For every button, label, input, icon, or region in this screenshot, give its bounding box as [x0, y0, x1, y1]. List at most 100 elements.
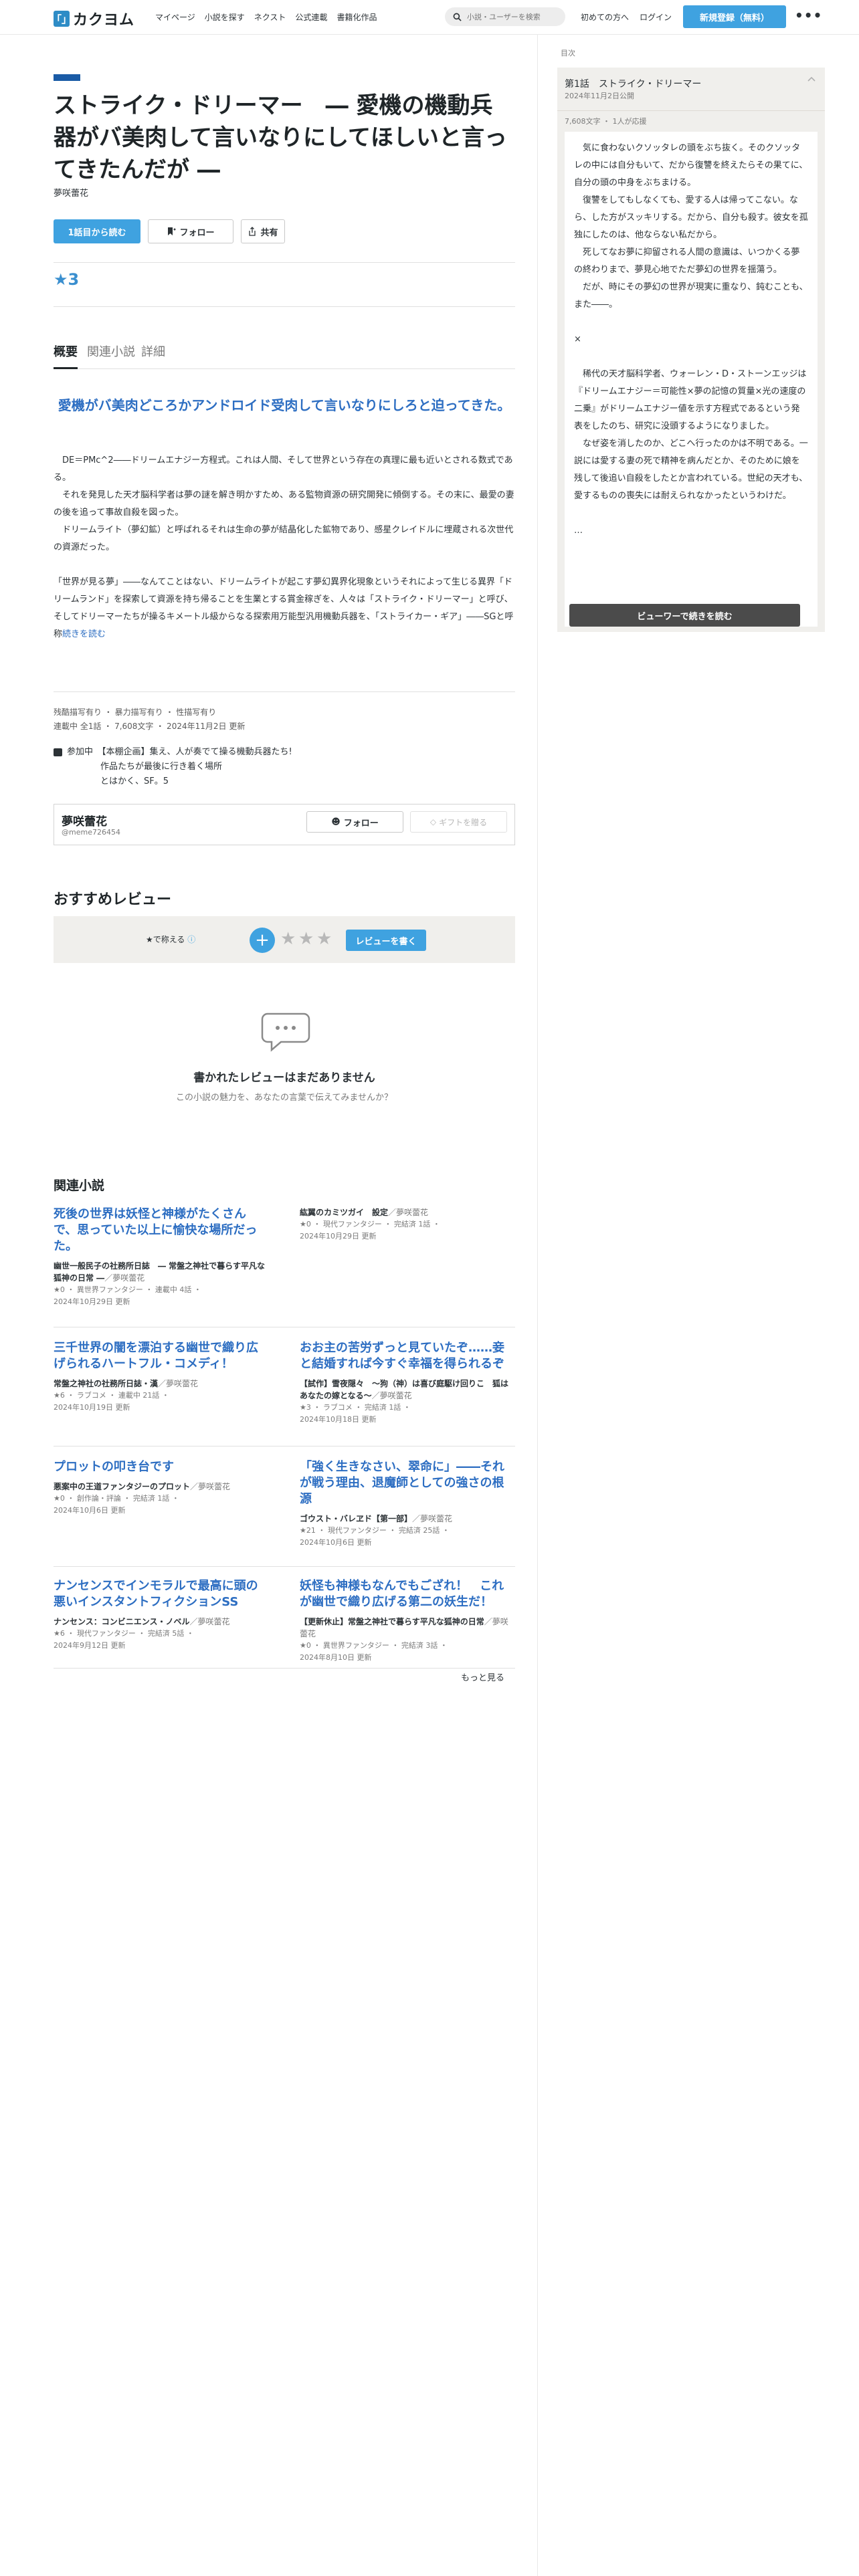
related-date: 2024年9月12日 更新 — [54, 1641, 126, 1650]
speech-bubble-icon — [261, 1012, 310, 1052]
related-title[interactable]: ナンセンス：コンビニエンス・ノベル — [54, 1617, 190, 1626]
site-logo[interactable]: 「」 カクヨム — [52, 8, 135, 29]
related-title[interactable]: 常盤之神社の社務所日誌・漢 — [54, 1379, 158, 1388]
main-nav: マイページ 小説を探す ネクスト 公式連載 書籍化作品 — [155, 11, 386, 23]
star-icon[interactable]: ★ — [298, 929, 314, 949]
action-buttons: 1話目から読む フォロー 共有 — [54, 219, 285, 243]
login-link[interactable]: ログイン — [640, 11, 672, 23]
excerpt-paragraph: なぜ姿を消したのか、どこへ行ったのかは不明である。一説には愛する妻の死で精神を病… — [574, 439, 808, 501]
add-star-button[interactable]: + — [250, 928, 275, 953]
write-review-button[interactable]: レビューを書く — [346, 930, 426, 951]
top-navigation-bar: 「」 カクヨム マイページ 小説を探す ネクスト 公式連載 書籍化作品 初めての… — [0, 0, 859, 35]
related-catch[interactable]: プロットの叩き台です — [54, 1459, 268, 1475]
related-title[interactable]: ゴウスト・バレヱド【第一部】 — [300, 1514, 412, 1523]
event-link[interactable]: とはかく、SF。5 — [54, 774, 292, 789]
episode-title[interactable]: 第1話 ストライク・ドリーマー — [565, 77, 701, 90]
work-stats: 連載中 全1話 ・ 7,608文字 ・ 2024年11月2日 更新 — [54, 722, 246, 731]
tab-overview[interactable]: 概要 — [54, 342, 78, 369]
nav-item-published-works[interactable]: 書籍化作品 — [337, 11, 377, 23]
related-meta: ★0 ・ 現代ファンタジー ・ 完結済 1話 ・ — [300, 1220, 440, 1228]
related-author[interactable]: 夢咲蕾花 — [380, 1391, 412, 1400]
chevron-up-icon[interactable] — [807, 76, 816, 84]
divider — [557, 110, 825, 111]
nav-item-find-novels[interactable]: 小説を探す — [205, 11, 245, 23]
related-title[interactable]: 紘翼のカミツガイ 設定 — [300, 1208, 388, 1217]
follow-label: フォロー — [179, 227, 215, 238]
star-icon[interactable]: ★ — [316, 929, 332, 949]
related-title[interactable]: 悪案中の王道ファンタジーのプロット — [54, 1482, 190, 1491]
related-author[interactable]: 夢咲蕾花 — [420, 1514, 452, 1523]
nav-item-mypage[interactable]: マイページ — [155, 11, 195, 23]
related-meta: ★6 ・ ラブコメ ・ 連載中 21話 ・ — [54, 1391, 169, 1400]
related-catch[interactable]: 「強く生きなさい、翠命に」――それが戦う理由、退魔師としての強さの根源 — [300, 1459, 514, 1507]
excerpt-paragraph: 復讐をしてもしなくても、愛する人は帰ってこない。なら、した方がスッキリする。だか… — [574, 195, 808, 240]
related-catch[interactable]: 妖怪も神様もなんでもござれ！ これが幽世で織り広げる第二の妖生だ！ — [300, 1578, 514, 1610]
related-date: 2024年10月19日 更新 — [54, 1403, 130, 1412]
continue-in-viewer-button[interactable]: ビューワーで続きを読む — [569, 604, 800, 627]
excerpt-paragraph: 死してなお夢に抑留される人間の意識は、いつかくる夢の終わりまで、夢見心地でただ夢… — [574, 247, 800, 275]
related-title[interactable]: 【更新休止】常盤之神社で暮らす平凡な狐神の日常 — [300, 1617, 484, 1626]
related-novel-card[interactable]: 妖怪も神様もなんでもござれ！ これが幽世で織り広げる第二の妖生だ！ 【更新休止】… — [300, 1578, 514, 1664]
related-novel-card[interactable]: 三千世界の闇を漂泊する幽世で織り広げられるハートフル・コメディ！ 常盤之神社の社… — [54, 1340, 268, 1414]
intro-paragraph: DE＝PMc^2――ドリームエナジー方程式。これは人間、そして世界という存在の真… — [54, 455, 513, 483]
excerpt-paragraph: 気に食わないクソッタレの頭をぶち抜く。そのクソッタレの中には自分もいて、だから復… — [574, 143, 808, 188]
event-calendar-icon — [54, 748, 62, 756]
related-catch[interactable]: 死後の世界は妖怪と神様がたくさんで、思っていた以上に愉快な場所だった。 — [54, 1206, 268, 1255]
help-icon[interactable]: ⓘ — [187, 935, 195, 944]
divider — [54, 691, 515, 692]
work-title: ストライク・ドリーマー ― 愛機の機動兵器がバ美肉して言いなりにしてほしいと言っ… — [54, 92, 507, 183]
author-card: 夢咲蕾花 @meme726454 ☻ フォロー ◇ ギフトを贈る — [54, 804, 515, 845]
related-novel-card[interactable]: ナンセンスでインモラルで最高に頭の悪いインスタントフィクションSS ナンセンス：… — [54, 1578, 268, 1652]
more-menu-icon[interactable]: ••• — [795, 7, 822, 23]
related-catch[interactable]: ナンセンスでインモラルで最高に頭の悪いインスタントフィクションSS — [54, 1578, 268, 1610]
introduction: DE＝PMc^2――ドリームエナジー方程式。これは人間、そして世界という存在の真… — [54, 452, 515, 643]
share-icon — [249, 227, 256, 236]
title-accent-bar — [54, 74, 80, 81]
related-date: 2024年10月29日 更新 — [300, 1232, 377, 1241]
related-meta: ★0 ・ 異世界ファンタジー ・ 連載中 4話 ・ — [54, 1285, 201, 1294]
follow-work-button[interactable]: フォロー — [148, 219, 233, 243]
signup-button[interactable]: 新規登録（無料） — [683, 5, 786, 28]
related-catch[interactable]: おお主の苦労ずっと見ていたぞ……妾と結婚すれば今すぐ幸福を得られるぞ — [300, 1340, 514, 1372]
tab-related-novels[interactable]: 関連小説 — [87, 342, 135, 369]
nav-item-next[interactable]: ネクスト — [254, 11, 286, 23]
related-title[interactable]: 幽世一般民子の社務所日誌 ― 常盤之神社で暮らす平凡な狐神の日常 ― — [54, 1261, 265, 1283]
read-first-episode-button[interactable]: 1話目から読む — [54, 219, 140, 243]
user-plus-icon: ☻ — [331, 817, 341, 827]
intro-paragraph: 「世界が見る夢」――なんてことはない、ドリームライトが起こす夢幻異界化現象という… — [54, 577, 514, 639]
related-novel-card[interactable]: 死後の世界は妖怪と神様がたくさんで、思っていた以上に愉快な場所だった。 幽世一般… — [54, 1206, 268, 1308]
related-author[interactable]: 夢咲蕾花 — [198, 1617, 230, 1626]
episode-preview-box: 第1話 ストライク・ドリーマー 2024年11月2日公開 7,608文字 ・ 1… — [557, 68, 825, 632]
author-name[interactable]: 夢咲蕾花 — [62, 812, 107, 829]
see-more-link[interactable]: もっと見る — [461, 1671, 504, 1683]
tab-details[interactable]: 詳細 — [141, 342, 165, 369]
related-novel-card[interactable]: 紘翼のカミツガイ 設定／夢咲蕾花 ★0 ・ 現代ファンタジー ・ 完結済 1話 … — [300, 1206, 514, 1243]
related-novel-card[interactable]: プロットの叩き台です 悪案中の王道ファンタジーのプロット／夢咲蕾花 ★0 ・ 創… — [54, 1459, 268, 1517]
related-author[interactable]: 夢咲蕾花 — [396, 1208, 428, 1217]
related-author[interactable]: 夢咲蕾花 — [198, 1482, 230, 1491]
nav-item-official-serial[interactable]: 公式連載 — [295, 11, 327, 23]
send-gift-button[interactable]: ◇ ギフトを贈る — [410, 811, 507, 833]
follow-author-button[interactable]: ☻ フォロー — [306, 811, 403, 833]
related-meta: ★6 ・ 現代ファンタジー ・ 完結済 5話 ・ — [54, 1629, 194, 1638]
share-label: 共有 — [260, 227, 278, 238]
related-catch[interactable]: 三千世界の闇を漂泊する幽世で織り広げられるハートフル・コメディ！ — [54, 1340, 268, 1372]
read-more-link[interactable]: 続きを読む — [62, 629, 106, 639]
divider — [54, 262, 515, 263]
star-icon[interactable]: ★ — [280, 929, 296, 949]
related-novel-card[interactable]: おお主の苦労ずっと見ていたぞ……妾と結婚すれば今すぐ幸福を得られるぞ 【試作】雪… — [300, 1340, 514, 1426]
search-input[interactable] — [467, 12, 561, 21]
logo-text: カクヨム — [73, 12, 135, 29]
related-author[interactable]: 夢咲蕾花 — [166, 1379, 198, 1388]
event-link[interactable]: 【本棚企画】集え、人が奏でて操る機動兵器たち! — [102, 747, 292, 757]
event-link[interactable]: 作品たちが最後に行き着く場所 — [54, 760, 292, 774]
related-author[interactable]: 夢咲蕾花 — [112, 1273, 145, 1283]
related-novel-card[interactable]: 「強く生きなさい、翠命に」――それが戦う理由、退魔師としての強さの根源 ゴウスト… — [300, 1459, 514, 1549]
first-time-link[interactable]: 初めての方へ — [581, 11, 629, 23]
work-author-link[interactable]: 夢咲蕾花 — [54, 186, 88, 199]
star-count[interactable]: ★3 — [54, 270, 79, 289]
related-meta: ★3 ・ ラブコメ ・ 完結済 1話 ・ — [300, 1403, 411, 1412]
search-icon — [453, 13, 462, 21]
share-button[interactable]: 共有 — [241, 219, 285, 243]
author-id: @meme726454 — [62, 828, 120, 837]
